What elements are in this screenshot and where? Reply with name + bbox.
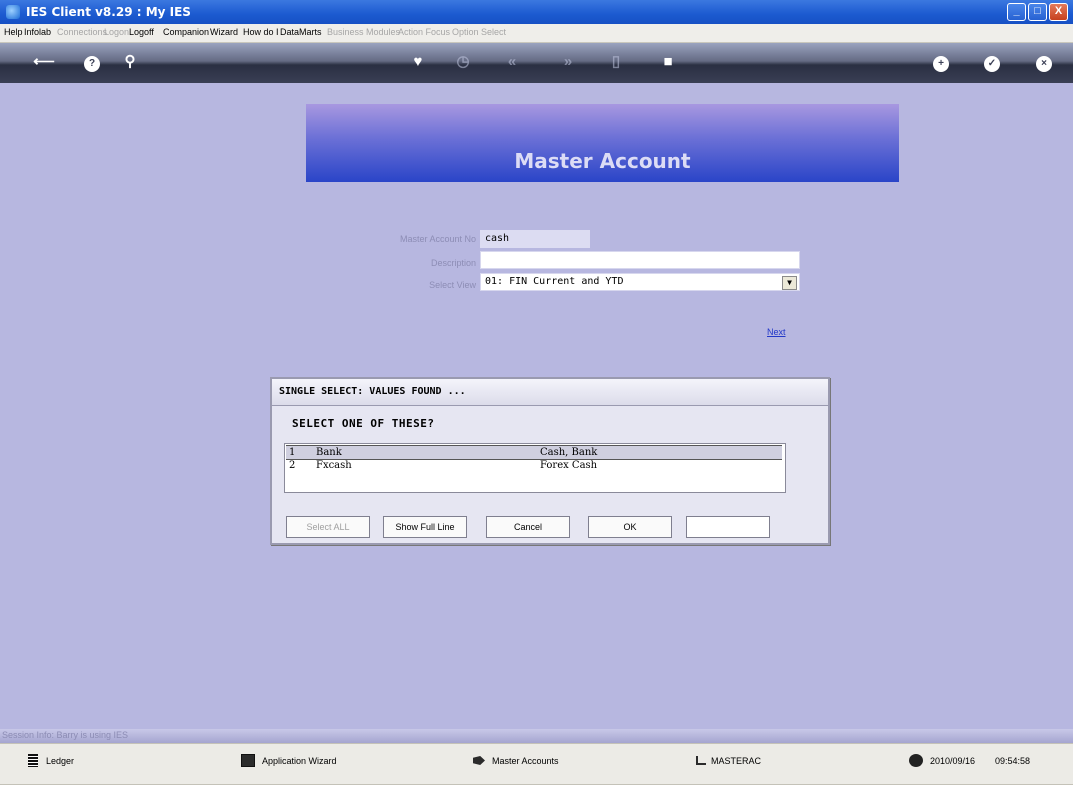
page-header: Master Account <box>306 104 899 182</box>
list-item[interactable]: 2 Fxcash Forex Cash <box>286 459 782 473</box>
history-icon: ◷ <box>456 53 470 70</box>
add-glyph: + <box>933 56 949 72</box>
add-icon[interactable]: + <box>929 51 953 73</box>
status-application-wizard[interactable]: Application Wizard <box>262 756 337 766</box>
menu-companion[interactable]: Companion <box>163 27 209 37</box>
favorite-icon[interactable]: ♥ <box>406 51 430 73</box>
confirm-icon[interactable]: ✓ <box>980 51 1004 73</box>
menu-connections: Connections <box>57 27 108 37</box>
menu-business-modules: Business Modules <box>327 27 401 37</box>
status-ledger[interactable]: Ledger <box>46 756 74 766</box>
window-title: IES Client v8.29 : My IES <box>26 5 191 19</box>
chevron-down-icon[interactable]: ▼ <box>782 276 797 290</box>
list-item[interactable]: 1 Bank Cash, Bank <box>286 445 782 460</box>
menu-help[interactable]: Help <box>4 27 23 37</box>
show-full-line-button[interactable]: Show Full Line <box>383 516 467 538</box>
status-date: 2010/09/16 <box>930 756 976 766</box>
next-link[interactable]: Next <box>767 327 786 337</box>
description-field[interactable] <box>480 251 800 269</box>
page-title: Master Account <box>514 149 691 173</box>
maximize-button[interactable]: □ <box>1028 3 1047 21</box>
list-item-description: Cash, Bank <box>540 447 598 458</box>
session-info: Session Info: Barry is using IES <box>2 730 129 740</box>
dialog-title-bar: SINGLE SELECT: VALUES FOUND ... <box>272 379 828 406</box>
dialog-prompt: SELECT ONE OF THESE? <box>292 417 435 430</box>
select-view-dropdown[interactable]: 01: FIN Current and YTD ▼ <box>480 273 800 291</box>
status-time: 09:54:58 <box>995 756 1031 766</box>
first-record-icon: « <box>507 53 517 70</box>
close-button[interactable]: X <box>1049 3 1068 21</box>
account-no-label: Master Account No <box>399 234 476 244</box>
menu-logon: Logon <box>104 27 130 37</box>
close-icon[interactable]: × <box>1032 51 1056 73</box>
app-icon <box>6 5 20 19</box>
status-bar: Ledger Application Wizard Master Account… <box>0 743 1073 784</box>
search-icon[interactable]: ⚲ <box>118 51 142 73</box>
close-glyph: × <box>1036 56 1052 72</box>
menu-logoff[interactable]: Logoff <box>129 27 154 37</box>
single-select-dialog: SINGLE SELECT: VALUES FOUND ... SELECT O… <box>270 377 830 545</box>
list-item-code: Bank <box>316 447 342 458</box>
toolbar: ⟵ ? ⚲ ♥ ◷ « » ▯ ■ + ✓ × <box>0 43 1073 83</box>
application-wizard-icon <box>241 754 255 767</box>
select-view-label: Select View <box>429 280 476 290</box>
select-all-button: Select ALL <box>286 516 370 538</box>
list-item-code: Fxcash <box>316 460 352 471</box>
list-item-number: 2 <box>289 460 296 471</box>
select-view-value: 01: FIN Current and YTD <box>485 276 624 287</box>
session-info-bar: Session Info: Barry is using IES <box>0 729 1073 743</box>
account-no-field[interactable]: cash <box>480 230 590 248</box>
page-icon: ▯ <box>611 53 621 70</box>
menu-wizard[interactable]: Wizard <box>210 27 238 37</box>
help-glyph: ? <box>84 56 100 72</box>
menu-datamarts[interactable]: DataMarts <box>280 27 322 37</box>
menu-action-focus: Action Focus <box>398 27 451 37</box>
status-master-accounts[interactable]: Master Accounts <box>492 756 559 766</box>
stop-icon[interactable]: ■ <box>656 51 680 73</box>
ledger-icon <box>28 754 38 767</box>
clock-icon <box>909 754 923 767</box>
ok-button[interactable]: OK <box>588 516 672 538</box>
last-record-icon: » <box>563 53 573 70</box>
dialog-title: SINGLE SELECT: VALUES FOUND ... <box>279 386 466 397</box>
module-icon <box>694 754 708 767</box>
back-icon[interactable]: ⟵ <box>32 51 56 73</box>
help-icon[interactable]: ? <box>80 51 104 73</box>
values-list: 1 Bank Cash, Bank 2 Fxcash Forex Cash <box>284 443 786 493</box>
minimize-button[interactable]: _ <box>1007 3 1026 21</box>
list-item-number: 1 <box>289 447 296 458</box>
list-item-description: Forex Cash <box>540 460 598 471</box>
app-window: IES Client v8.29 : My IES _ □ X Help Inf… <box>0 0 1073 810</box>
master-accounts-icon <box>473 754 487 767</box>
description-label: Description <box>430 258 476 268</box>
menu-bar: Help Infolab Connections Logon Logoff Co… <box>0 24 1073 43</box>
menu-option-select: Option Select <box>452 27 507 37</box>
cancel-button[interactable]: Cancel <box>486 516 570 538</box>
status-module: MASTERAC <box>711 756 762 766</box>
menu-how-do-i[interactable]: How do I <box>243 27 279 37</box>
title-bar: IES Client v8.29 : My IES _ □ X <box>0 0 1073 24</box>
menu-infolab[interactable]: Infolab <box>24 27 51 37</box>
confirm-glyph: ✓ <box>984 56 1000 72</box>
bottom-strip <box>0 784 1073 810</box>
filter-input[interactable] <box>686 516 770 538</box>
